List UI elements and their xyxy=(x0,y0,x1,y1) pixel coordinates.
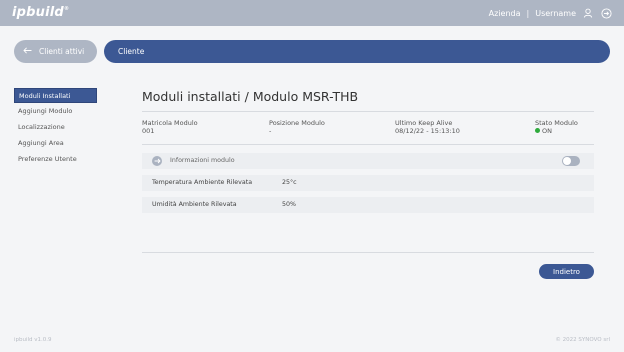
status-badge: ON xyxy=(535,127,578,135)
position-value: - xyxy=(269,127,272,135)
section-label: Cliente xyxy=(118,47,145,56)
arrow-left-icon xyxy=(23,47,32,56)
arrow-right-circle-icon[interactable] xyxy=(152,156,162,166)
sidebar-item-label: Aggiungi Area xyxy=(18,139,64,147)
sidebar-item-label: Preferenze Utente xyxy=(18,155,77,163)
sidebar-item-user-preferences[interactable]: Preferenze Utente xyxy=(14,151,97,167)
sidebar-item-add-area[interactable]: Aggiungi Area xyxy=(14,135,97,151)
main-content: Moduli installati / Modulo MSR-THB Matri… xyxy=(142,88,594,213)
reading-label: Umidità Ambiente Rilevata xyxy=(152,201,237,208)
app-version: ipbuild v1.0.9 xyxy=(14,337,52,343)
serial-value: 001 xyxy=(142,127,155,135)
module-info-label: Informazioni modulo xyxy=(170,157,235,164)
position-label: Posizione Modulo xyxy=(269,119,325,127)
page-title: Moduli installati / Modulo MSR-THB xyxy=(142,89,359,104)
position-column: Posizione Modulo - xyxy=(269,119,325,135)
back-button[interactable]: Indietro xyxy=(539,264,594,279)
status-value: ON xyxy=(542,127,552,135)
header-separator: | xyxy=(526,8,530,18)
sidebar: Moduli Installati Aggiungi Modulo Locali… xyxy=(14,88,97,167)
sidebar-item-add-module[interactable]: Aggiungi Modulo xyxy=(14,103,97,119)
content-footer-divider xyxy=(142,252,594,253)
sidebar-item-localization[interactable]: Localizzazione xyxy=(14,119,97,135)
back-label: Clienti attivi xyxy=(39,47,85,56)
sidebar-item-label: Aggiungi Modulo xyxy=(18,107,73,115)
serial-label: Matricola Modulo xyxy=(142,119,198,127)
reading-row-temperature: Temperatura Ambiente Rilevata 25°c xyxy=(142,175,594,191)
keepalive-column: Ultimo Keep Alive 08/12/22 - 15:13:10 xyxy=(395,119,460,135)
serial-column: Matricola Modulo 001 xyxy=(142,119,198,135)
user-area: Azienda | Username xyxy=(489,7,612,19)
logo-mark: ® xyxy=(63,6,70,12)
reading-value: 25°c xyxy=(282,179,297,186)
reading-row-humidity: Umidità Ambiente Rilevata 50% xyxy=(142,197,594,213)
app-logo[interactable]: ipbuild® xyxy=(12,5,69,20)
logo-text: ipbuild xyxy=(12,5,64,20)
reading-value: 50% xyxy=(282,201,296,208)
section-header: Cliente xyxy=(104,40,610,63)
username: Username xyxy=(535,8,576,18)
back-to-active-clients-button[interactable]: Clienti attivi xyxy=(14,40,97,63)
company-name: Azienda xyxy=(488,8,521,18)
top-bar: ipbuild® Azienda | Username xyxy=(0,0,624,26)
info-divider xyxy=(142,144,594,145)
toggle-knob xyxy=(563,157,571,165)
module-info-grid: Matricola Modulo 001 Posizione Modulo - … xyxy=(142,112,594,144)
user-icon[interactable] xyxy=(582,7,594,19)
copyright: © 2022 SYNOVO srl xyxy=(555,337,610,343)
status-dot-icon xyxy=(535,128,540,133)
sidebar-item-label: Localizzazione xyxy=(18,123,65,131)
logout-icon[interactable] xyxy=(600,7,612,19)
reading-label: Temperatura Ambiente Rilevata xyxy=(152,179,253,186)
keepalive-label: Ultimo Keep Alive xyxy=(395,119,453,127)
keepalive-value: 08/12/22 - 15:13:10 xyxy=(395,127,460,135)
sidebar-item-label: Moduli Installati xyxy=(19,92,71,100)
status-column: Stato Modulo ON xyxy=(535,119,578,135)
module-info-toggle[interactable] xyxy=(562,156,580,166)
sidebar-item-installed-modules[interactable]: Moduli Installati xyxy=(14,88,97,103)
status-label: Stato Modulo xyxy=(535,119,578,127)
module-info-row[interactable]: Informazioni modulo xyxy=(142,153,594,169)
